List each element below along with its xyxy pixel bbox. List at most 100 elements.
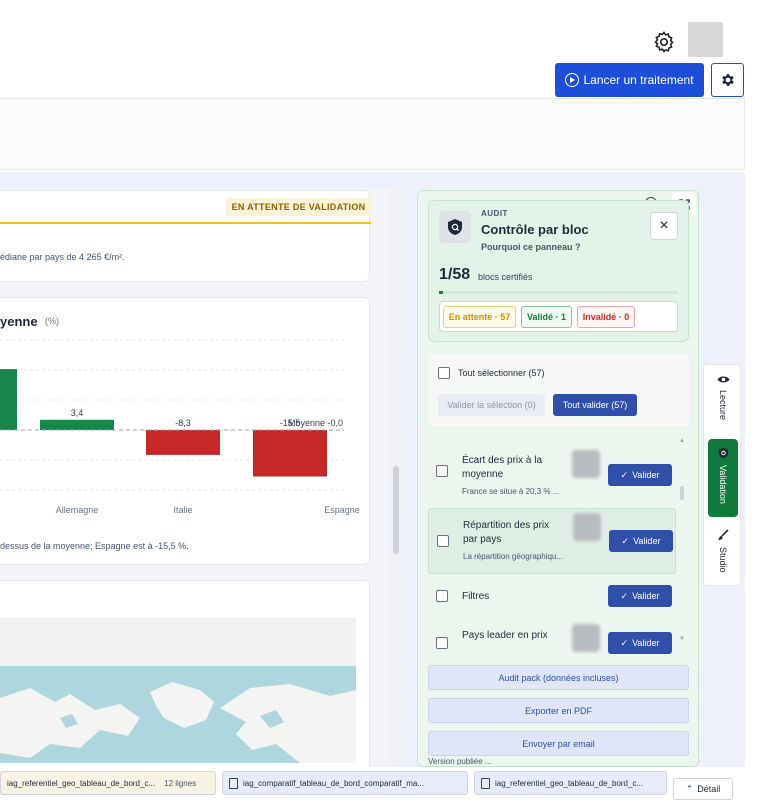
map[interactable]	[0, 618, 356, 763]
item-subtitle: La répartition géographiqu...	[463, 552, 564, 561]
item-thumbnail[interactable]	[572, 450, 600, 478]
file-icon	[229, 777, 238, 789]
file-icon	[481, 777, 490, 789]
launch-process-button[interactable]: Lancer un traitement	[555, 63, 704, 97]
shield-icon	[718, 447, 728, 459]
tab-reading[interactable]: Lecture	[708, 375, 738, 439]
play-icon	[565, 73, 580, 87]
validate-item-button[interactable]: ✓ Valider	[608, 585, 672, 607]
why-this-panel-link[interactable]: Pourquoi ce panneau ?	[481, 242, 581, 252]
settings-gear-icon[interactable]	[652, 30, 676, 54]
list-item: Répartition des prix par pays La réparti…	[428, 508, 676, 574]
certification-progress-fill	[439, 291, 443, 294]
scrollbar-thumb[interactable]	[393, 466, 399, 554]
validate-selection-button[interactable]: Valider la sélection (0)	[438, 394, 545, 416]
validate-label: Valider	[632, 591, 660, 601]
chevron-up-icon: ⌃	[685, 783, 694, 794]
dataset-tab-1-count: 12 lignes	[164, 778, 197, 788]
dataset-tab-2[interactable]: iag_comparatif_tableau_de_bord_comparati…	[222, 771, 468, 795]
send-email-button[interactable]: Envoyer par email	[428, 731, 689, 756]
chart-bar	[253, 430, 327, 477]
panel-footnote: Version publiée ...	[428, 757, 492, 765]
validate-item-button[interactable]: ✓ Valider	[609, 530, 673, 552]
x-tick-label: Italie	[173, 505, 192, 515]
chart-bar	[40, 419, 114, 430]
data-label: -8,3	[175, 418, 191, 428]
summary-text: édiane par pays de 4 265 €/m².	[0, 252, 125, 262]
validate-label: Valider	[632, 470, 660, 480]
chart-bar	[0, 369, 17, 430]
data-label: 3,4	[71, 408, 84, 418]
validate-item-button[interactable]: ✓ Valider	[608, 632, 672, 654]
audit-title: Contrôle par bloc	[481, 222, 589, 237]
item-checkbox[interactable]	[437, 535, 449, 547]
item-thumbnail[interactable]	[573, 513, 601, 541]
average-line-label: Moyenne -0,0	[288, 418, 343, 428]
check-icon: ✓	[621, 535, 630, 546]
chart-bar	[146, 430, 220, 455]
dataset-tab-3-label: iag_referentiel_geo_tableau_de_bord_c...	[495, 778, 644, 788]
item-thumbnail[interactable]	[572, 624, 600, 652]
chart-caption: dessus de la moyenne; Espagne est à -15,…	[0, 541, 189, 551]
pending-validation-badge: EN ATTENTE DE VALIDATION	[226, 198, 371, 216]
tab-validation[interactable]: Validation	[708, 439, 738, 517]
avatar[interactable]	[688, 22, 723, 57]
tab-validation-label: Validation	[718, 465, 728, 504]
tab-studio-label: Studio	[718, 547, 728, 573]
deviation-bar-chart: 3,4Allemagne-8,3Italie-15,5EspagneMoyenn…	[0, 339, 360, 515]
audit-pack-button[interactable]: Audit pack (données incluses)	[428, 665, 689, 690]
check-icon: ✓	[620, 637, 629, 648]
block-list[interactable]: Écart des prix à la moyenne France se si…	[428, 430, 688, 654]
certified-count: 1/58	[439, 266, 471, 283]
item-title: Filtres	[462, 591, 490, 602]
select-all-checkbox[interactable]	[438, 367, 450, 379]
list-item: Écart des prix à la moyenne France se si…	[428, 434, 676, 504]
list-item: Pays leader en prix ✓ Valider	[428, 622, 676, 654]
chart-unit: (%)	[45, 316, 59, 326]
launch-process-label: Lancer un traitement	[583, 73, 694, 87]
item-checkbox[interactable]	[436, 590, 448, 602]
close-button[interactable]: ×	[650, 212, 678, 240]
dataset-tab-1-label: iag_referentiel_geo_tableau_de_bord_c...	[7, 778, 156, 788]
brush-icon	[718, 529, 729, 540]
tab-reading-label: Lecture	[718, 390, 728, 421]
validate-all-button[interactable]: Tout valider (57)	[553, 394, 637, 416]
x-tick-label: Espagne	[324, 505, 360, 515]
world-map-graphic	[0, 666, 356, 763]
list-item: Filtres ✓ Valider	[428, 580, 676, 616]
audit-kicker: AUDIT	[481, 209, 508, 218]
item-title: Répartition des prix par pays	[463, 520, 550, 545]
dataset-tab-3[interactable]: iag_referentiel_geo_tableau_de_bord_c...	[474, 771, 667, 795]
certification-progress-track	[439, 291, 678, 294]
check-icon: ✓	[620, 590, 629, 601]
validate-label: Valider	[632, 638, 660, 648]
filter-chip-waiting[interactable]: En attente · 57	[443, 306, 516, 328]
dataset-tab-1[interactable]: iag_referentiel_geo_tableau_de_bord_c...…	[0, 771, 216, 795]
settings-button[interactable]	[711, 63, 744, 97]
tab-studio[interactable]: Studio	[708, 529, 738, 581]
item-title: Écart des prix à la moyenne	[462, 455, 543, 480]
validate-item-button[interactable]: ✓ Valider	[608, 464, 672, 486]
list-scroll-up-icon[interactable]: ▲	[679, 438, 685, 444]
export-pdf-button[interactable]: Exporter en PDF	[428, 698, 689, 723]
shield-icon	[439, 211, 471, 243]
item-checkbox[interactable]	[436, 637, 448, 649]
filter-chip-valid[interactable]: Validé · 1	[521, 306, 572, 328]
pending-accent-line	[0, 222, 371, 224]
item-title: Pays leader en prix	[462, 630, 548, 641]
detail-button[interactable]: ⌃ Détail	[673, 778, 733, 800]
side-tab-bar: Lecture Validation Studio	[703, 364, 741, 586]
validate-label: Valider	[633, 536, 661, 546]
select-all-label[interactable]: Tout sélectionner (57)	[458, 368, 545, 378]
dataset-tab-2-label: iag_comparatif_tableau_de_bord_comparati…	[243, 778, 425, 788]
item-subtitle: France se situe à 20,3 % ...	[462, 487, 560, 496]
x-tick-label: Allemagne	[56, 505, 99, 515]
item-checkbox[interactable]	[436, 465, 448, 477]
eye-icon	[717, 376, 729, 383]
chart-title: yenne	[0, 314, 38, 329]
filter-chip-invalid[interactable]: Invalidé · 0	[577, 306, 635, 328]
filter-band	[0, 98, 745, 170]
list-scroll-down-icon[interactable]: ▼	[679, 636, 685, 642]
certified-label: blocs certifiés	[478, 272, 533, 282]
list-scrollbar-thumb[interactable]	[680, 486, 684, 500]
